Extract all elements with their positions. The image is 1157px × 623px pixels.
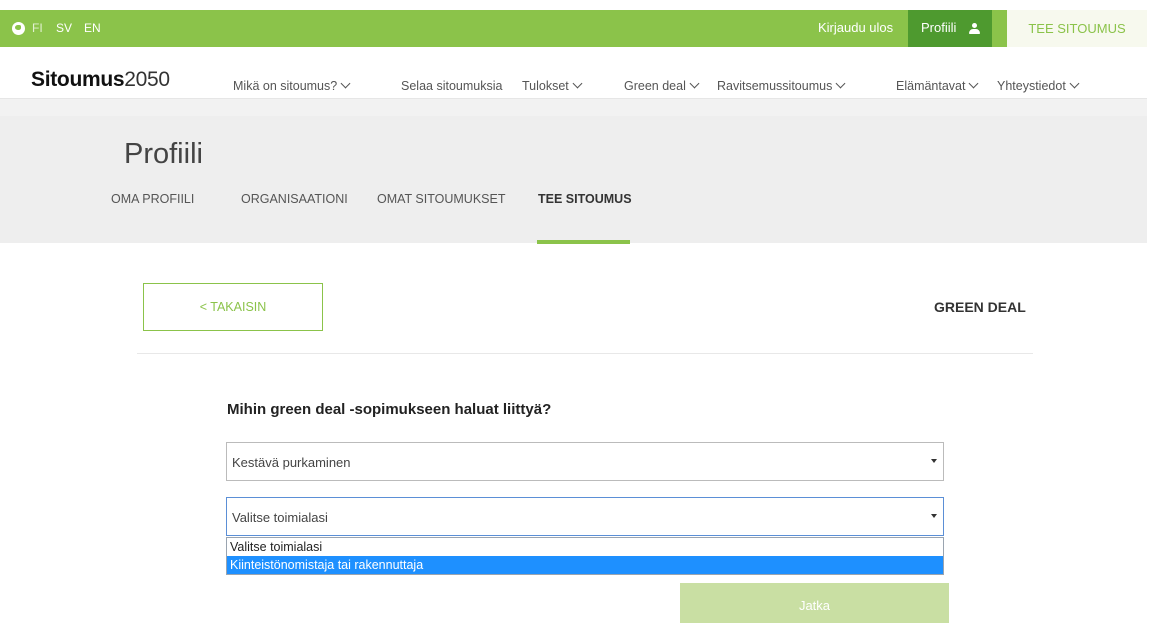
industry-select-value: Valitse toimialasi xyxy=(232,510,328,525)
nav-item-what-is-commitment[interactable]: Mikä on sitoumus? xyxy=(233,78,351,93)
nav-item-nutrition-commitment[interactable]: Ravitsemussitoumus xyxy=(717,78,846,93)
top-bar: FI SV EN Kirjaudu ulos Profiili TEE SITO… xyxy=(0,10,1147,47)
profile-button[interactable]: Profiili xyxy=(908,10,992,47)
dropdown-option-highlighted[interactable]: Kiinteistönomistaja tai rakennuttaja xyxy=(227,556,943,574)
nav-label: Mikä on sitoumus? xyxy=(233,79,338,93)
page-title: Profiili xyxy=(124,138,203,170)
profile-header xyxy=(0,116,1147,243)
logo-text: Sitoumus xyxy=(31,68,125,91)
industry-dropdown-list: Valitse toimialasi Kiinteistönomistaja t… xyxy=(226,537,944,575)
nav-label: Ravitsemussitoumus xyxy=(717,79,833,93)
nav-item-contact[interactable]: Yhteystiedot xyxy=(997,78,1080,93)
dropdown-option[interactable]: Valitse toimialasi xyxy=(227,538,943,556)
make-commitment-button[interactable]: TEE SITOUMUS xyxy=(1007,10,1147,47)
nav-divider-band xyxy=(0,98,1147,116)
language-en[interactable]: EN xyxy=(84,21,101,35)
tab-organisation[interactable]: ORGANISAATIONI xyxy=(241,192,348,206)
chevron-down-icon xyxy=(969,78,979,89)
industry-select[interactable]: Valitse toimialasi xyxy=(226,497,944,536)
nav-item-lifestyles[interactable]: Elämäntavat xyxy=(896,78,979,93)
nav-item-results[interactable]: Tulokset xyxy=(522,78,583,93)
nav-label: Yhteystiedot xyxy=(997,79,1066,93)
chevron-down-icon xyxy=(1069,78,1080,89)
nav-item-browse-commitments[interactable]: Selaa sitoumuksia xyxy=(401,79,502,93)
tab-own-profile[interactable]: OMA PROFIILI xyxy=(111,192,194,206)
nav-label: Tulokset xyxy=(522,79,569,93)
globe-icon xyxy=(12,22,25,35)
green-deal-select-value: Kestävä purkaminen xyxy=(232,455,351,470)
tab-own-commitments[interactable]: OMAT SITOUMUKSET xyxy=(377,192,506,206)
logo-number: 2050 xyxy=(124,68,170,91)
active-tab-indicator xyxy=(537,240,630,244)
chevron-down-icon xyxy=(572,78,583,89)
profile-label: Profiili xyxy=(921,20,957,35)
nav-label: Selaa sitoumuksia xyxy=(401,79,503,93)
language-sv[interactable]: SV xyxy=(56,21,72,35)
dropdown-arrow-icon xyxy=(931,514,937,518)
section-label: GREEN DEAL xyxy=(934,299,1026,315)
dropdown-arrow-icon xyxy=(931,459,937,463)
continue-button[interactable]: Jatka xyxy=(680,583,949,623)
divider xyxy=(137,353,1033,354)
nav-label: Green deal xyxy=(624,79,686,93)
green-deal-select[interactable]: Kestävä purkaminen xyxy=(226,442,944,481)
site-logo[interactable]: Sitoumus2050 xyxy=(31,68,170,92)
back-button[interactable]: < TAKAISIN xyxy=(143,283,323,331)
tab-make-commitment[interactable]: TEE SITOUMUS xyxy=(538,192,632,206)
chevron-down-icon xyxy=(340,78,351,89)
logout-link[interactable]: Kirjaudu ulos xyxy=(818,20,893,35)
nav-item-green-deal[interactable]: Green deal xyxy=(624,78,700,93)
chevron-down-icon xyxy=(835,78,846,89)
chevron-down-icon xyxy=(689,78,700,89)
language-fi[interactable]: FI xyxy=(32,21,43,35)
user-icon xyxy=(969,23,980,34)
nav-label: Elämäntavat xyxy=(896,79,966,93)
question-heading: Mihin green deal -sopimukseen haluat lii… xyxy=(227,401,552,418)
